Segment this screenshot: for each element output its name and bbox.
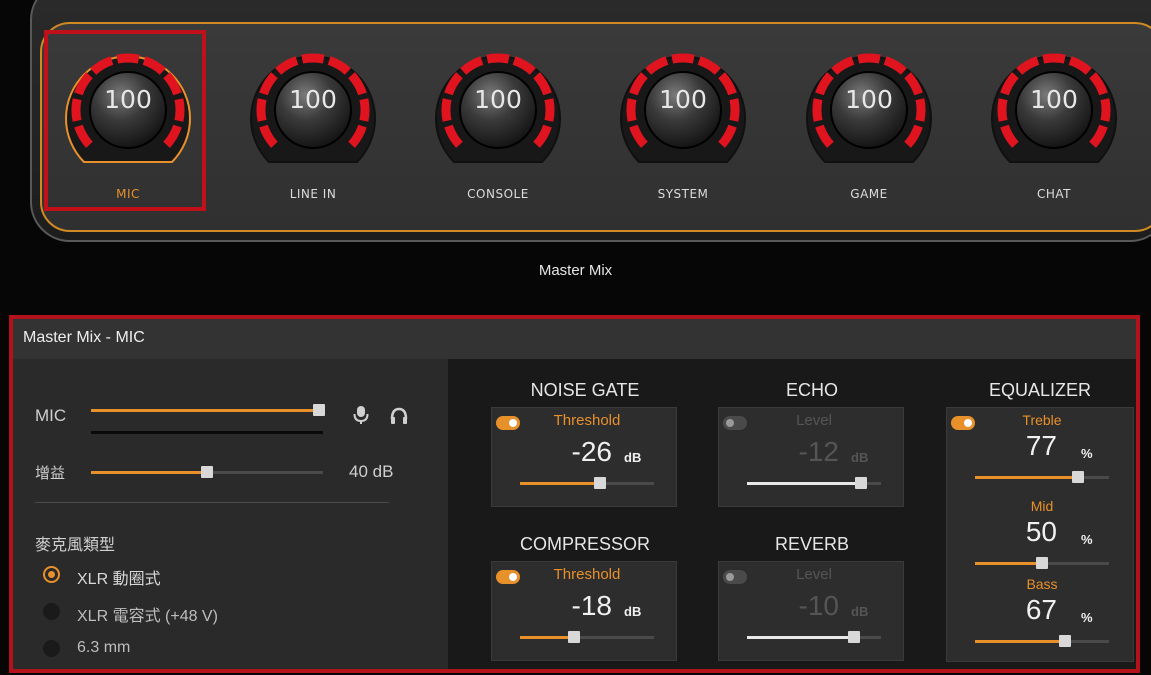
channel-system[interactable]: 100 SYSTEM <box>613 40 753 220</box>
knob-ring-segment <box>812 98 823 122</box>
knob-ring-segment <box>1042 53 1066 64</box>
knob-label: CHAT <box>1036 187 1071 201</box>
knob-ring-segment <box>441 98 452 122</box>
knob-label: LINE IN <box>289 187 337 201</box>
knob-ring-segment <box>359 98 370 122</box>
knob-label: SYSTEM <box>657 187 709 201</box>
knob-label: CONSOLE <box>467 187 529 201</box>
mic-selection-highlight <box>44 30 206 211</box>
knob-value: 100 <box>474 85 522 114</box>
channel-console[interactable]: 100 CONSOLE <box>428 40 568 220</box>
channel-game[interactable]: 100 GAME <box>799 40 939 220</box>
knob-ring-segment <box>486 53 510 64</box>
detail-selection-highlight <box>9 315 1140 673</box>
app-root: 100 MIC 100 LINE IN 100 CONSOLE 100 SYST… <box>0 0 1151 675</box>
knob-value: 100 <box>289 85 337 114</box>
knob-ring-segment <box>729 98 740 122</box>
knob-ring-segment <box>997 98 1008 122</box>
knob-ring-segment <box>301 53 325 64</box>
knob-ring-segment <box>626 98 637 122</box>
knob-ring-segment <box>915 98 926 122</box>
knob-label: GAME <box>850 187 888 201</box>
knob-value: 100 <box>1030 85 1078 114</box>
channel-line-in[interactable]: 100 LINE IN <box>243 40 383 220</box>
knob-ring-segment <box>256 98 267 122</box>
channel-chat[interactable]: 100 CHAT <box>984 40 1124 220</box>
knob-value: 100 <box>845 85 893 114</box>
knob-ring-segment <box>857 53 881 64</box>
knob-value: 100 <box>659 85 707 114</box>
knob-ring-segment <box>671 53 695 64</box>
knob-ring-segment <box>544 98 555 122</box>
knob-ring-segment <box>1100 98 1111 122</box>
master-mix-title: Master Mix <box>538 262 613 279</box>
